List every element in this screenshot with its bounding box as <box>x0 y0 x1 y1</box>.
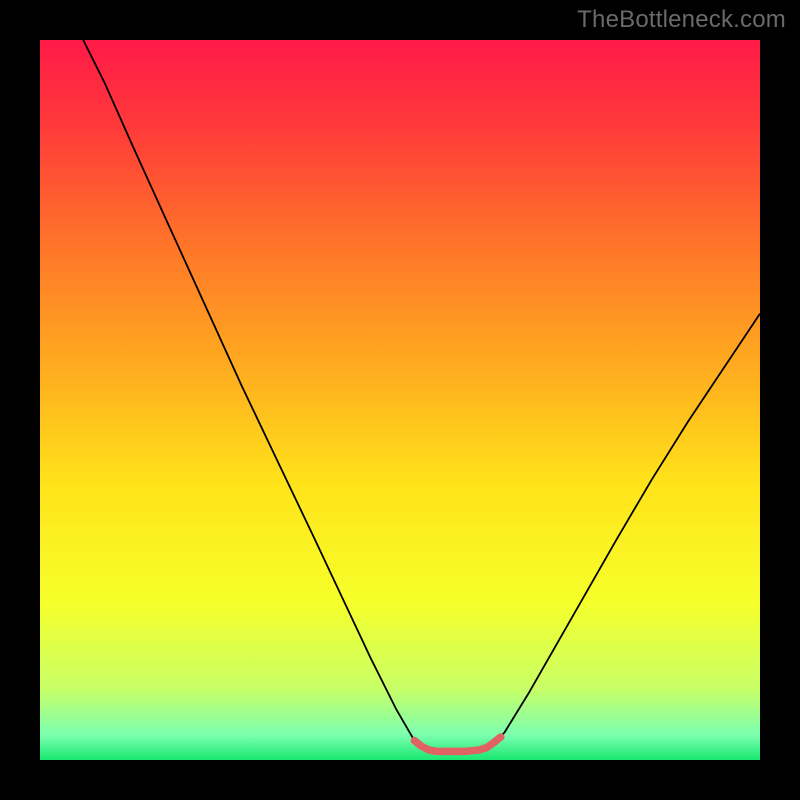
plot-area <box>40 40 760 760</box>
chart-frame: TheBottleneck.com <box>0 0 800 800</box>
gradient-background <box>40 40 760 760</box>
watermark-text: TheBottleneck.com <box>577 6 786 34</box>
plot-svg <box>40 40 760 760</box>
